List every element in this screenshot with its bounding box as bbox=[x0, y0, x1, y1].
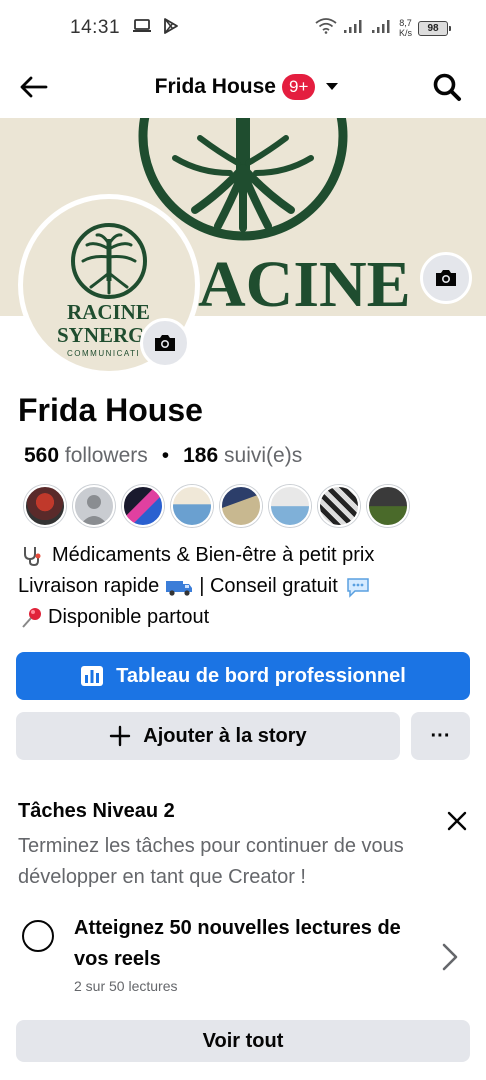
task-progress: 2 sur 50 lectures bbox=[74, 978, 178, 994]
following-label: suivi(e)s bbox=[224, 444, 303, 467]
bio-line-2: Livraison rapide | Conseil gratuit bbox=[18, 571, 468, 602]
bio-text-1: Médicaments & Bien-être à petit prix bbox=[52, 544, 375, 566]
bar-chart-icon bbox=[81, 666, 104, 686]
followers-preview[interactable] bbox=[24, 485, 409, 527]
laptop-icon bbox=[132, 18, 152, 39]
task-status-radio bbox=[22, 920, 54, 952]
app-header: Frida House 9+ bbox=[0, 56, 486, 118]
bio-line-3: Disponible partout bbox=[18, 602, 468, 633]
tasks-title: Tâches Niveau 2 bbox=[18, 800, 175, 822]
profile-bio: Médicaments & Bien-être à petit prix Liv… bbox=[18, 540, 468, 633]
camera-icon bbox=[155, 335, 175, 351]
header-title: Frida House bbox=[154, 75, 276, 98]
profile-switcher[interactable]: Frida House 9+ bbox=[155, 74, 340, 100]
avatar-line1: RACINE bbox=[67, 300, 150, 324]
task-title: Atteignez 50 nouvelles lectures de vos r… bbox=[74, 917, 401, 970]
back-arrow-icon bbox=[20, 76, 48, 98]
status-right: 8,7 K/s 98 bbox=[315, 17, 451, 39]
speech-bubble-icon bbox=[344, 576, 372, 598]
search-button[interactable] bbox=[430, 70, 464, 104]
see-all-label: Voir tout bbox=[202, 1029, 284, 1052]
follower-avatar[interactable] bbox=[220, 485, 262, 527]
caret-down-icon bbox=[326, 83, 339, 90]
tasks-close-button[interactable] bbox=[442, 806, 472, 836]
delivery-truck-icon bbox=[165, 576, 193, 598]
battery-icon: 98 bbox=[418, 20, 451, 36]
bio-text-2-suffix: | Conseil gratuit bbox=[199, 575, 338, 597]
professional-dashboard-label: Tableau de bord professionnel bbox=[116, 664, 406, 687]
search-icon bbox=[433, 73, 461, 101]
see-all-button[interactable]: Voir tout bbox=[16, 1020, 470, 1062]
follower-avatar[interactable] bbox=[318, 485, 360, 527]
stats-separator: • bbox=[161, 444, 170, 467]
net-speed: 8,7 K/s bbox=[399, 18, 412, 38]
cover-camera-button[interactable] bbox=[420, 252, 472, 304]
add-to-story-button[interactable]: Ajouter à la story bbox=[16, 712, 400, 760]
wifi-icon bbox=[315, 17, 337, 39]
net-speed-unit: K/s bbox=[398, 28, 412, 38]
net-speed-value: 8,7 bbox=[399, 18, 412, 28]
notifications-badge: 9+ bbox=[281, 74, 316, 100]
followers-label: followers bbox=[64, 444, 148, 467]
more-dots-icon: ··· bbox=[430, 724, 451, 747]
status-bar: 14:31 8,7 K/s 98 bbox=[0, 0, 486, 56]
bio-line-1: Médicaments & Bien-être à petit prix bbox=[18, 540, 468, 571]
follower-avatar[interactable] bbox=[73, 485, 115, 527]
close-icon bbox=[447, 811, 467, 831]
following-count: 186 bbox=[183, 444, 219, 467]
bio-text-3: Disponible partout bbox=[48, 606, 210, 628]
follower-avatar[interactable] bbox=[269, 485, 311, 527]
camera-icon bbox=[436, 270, 456, 286]
status-time: 14:31 bbox=[70, 17, 121, 38]
signal-icon bbox=[371, 18, 393, 39]
cover-text: ACINE bbox=[198, 248, 411, 316]
profile-name: Frida House bbox=[18, 392, 203, 428]
follower-avatar[interactable] bbox=[24, 485, 66, 527]
chevron-right-icon bbox=[438, 940, 462, 974]
follower-avatar[interactable] bbox=[122, 485, 164, 527]
stethoscope-icon bbox=[18, 545, 46, 567]
add-to-story-label: Ajouter à la story bbox=[143, 724, 307, 747]
plus-icon bbox=[110, 725, 131, 747]
followers-link[interactable]: 560 followers bbox=[24, 444, 148, 468]
bio-text-2: Livraison rapide bbox=[18, 575, 160, 597]
tasks-description: Terminez les tâches pour continuer de vo… bbox=[18, 835, 404, 888]
status-left-icons bbox=[132, 17, 180, 40]
battery-level: 98 bbox=[427, 22, 439, 34]
back-button[interactable] bbox=[16, 70, 50, 104]
follower-avatar[interactable] bbox=[367, 485, 409, 527]
signal-icon bbox=[343, 18, 365, 39]
follower-avatar[interactable] bbox=[171, 485, 213, 527]
task-item[interactable]: Atteignez 50 nouvelles lectures de vos r… bbox=[0, 910, 486, 1006]
followers-count: 560 bbox=[24, 444, 60, 467]
avatar-line3: COMMUNICATI bbox=[67, 349, 140, 358]
play-store-icon bbox=[162, 17, 180, 40]
pushpin-icon bbox=[18, 607, 46, 629]
profile-picture-camera-button[interactable] bbox=[140, 318, 190, 368]
following-link[interactable]: 186 suivi(e)s bbox=[183, 444, 302, 468]
profile-stats: 560 followers • 186 suivi(e)s bbox=[24, 444, 302, 468]
avatar-line2: SYNERGI bbox=[57, 323, 153, 347]
professional-dashboard-button[interactable]: Tableau de bord professionnel bbox=[16, 652, 470, 700]
more-options-button[interactable]: ··· bbox=[411, 712, 470, 760]
